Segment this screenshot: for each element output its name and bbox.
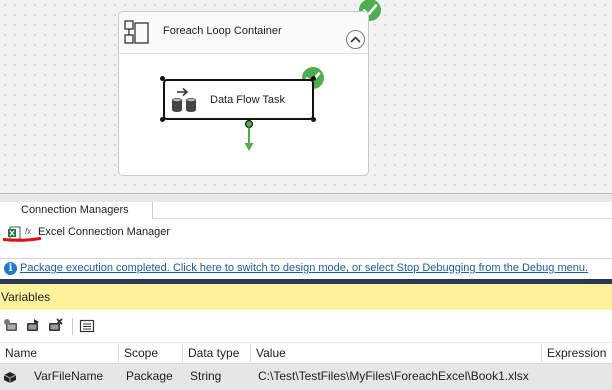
precedence-constraint-arrow[interactable] xyxy=(240,119,258,155)
task-label: Data Flow Task xyxy=(210,94,285,106)
container-title: Foreach Loop Container xyxy=(163,25,282,37)
control-flow-canvas[interactable]: Foreach Loop Container Data Flow Task xyxy=(0,0,612,193)
column-header-data-type[interactable]: Data type xyxy=(183,344,251,364)
variables-grid-header: Name Scope Data type Value Expression xyxy=(0,344,612,364)
column-header-name[interactable]: Name xyxy=(0,344,119,364)
add-variable-icon[interactable] xyxy=(3,318,19,334)
selection-handle[interactable] xyxy=(311,76,316,81)
column-header-value[interactable]: Value xyxy=(251,344,542,364)
container-header[interactable]: Foreach Loop Container xyxy=(119,12,368,54)
info-icon: i xyxy=(4,262,17,275)
variable-name-cell[interactable]: VarFileName xyxy=(28,364,119,390)
grid-options-icon[interactable] xyxy=(79,318,95,334)
designer-splitter[interactable] xyxy=(0,193,612,202)
column-header-expression[interactable]: Expression xyxy=(542,344,612,364)
tab-connection-managers[interactable]: Connection Managers xyxy=(0,202,153,220)
move-variable-icon[interactable] xyxy=(25,318,41,334)
connection-manager-label: Excel Connection Manager xyxy=(38,226,171,238)
execution-info-bar: i Package execution completed. Click her… xyxy=(0,258,612,278)
red-annotation-underline xyxy=(3,237,41,242)
switch-to-design-mode-link[interactable]: Package execution completed. Click here … xyxy=(20,262,588,274)
data-flow-task-icon xyxy=(172,87,196,112)
variables-window-title: Variables xyxy=(1,290,51,304)
variable-value-cell[interactable]: C:\Test\TestFiles\MyFiles\ForeachExcel\B… xyxy=(252,364,542,390)
foreach-container-icon xyxy=(124,20,149,44)
connection-managers-area[interactable]: fx Excel Connection Manager xyxy=(0,219,612,258)
selection-handle[interactable] xyxy=(311,117,316,122)
expression-badge: fx xyxy=(25,227,32,236)
variable-icon xyxy=(3,372,17,383)
data-flow-task[interactable]: Data Flow Task xyxy=(163,79,314,120)
selection-handle[interactable] xyxy=(160,76,165,81)
connection-managers-tabstrip: Connection Managers xyxy=(0,202,612,220)
column-header-scope[interactable]: Scope xyxy=(119,344,183,364)
table-row[interactable]: VarFileName Package String C:\Test\TestF… xyxy=(0,364,612,390)
selection-handle[interactable] xyxy=(160,117,165,122)
variables-window-title-bar[interactable]: Variables xyxy=(0,284,612,310)
collapse-button[interactable] xyxy=(346,30,365,49)
chevron-up-icon xyxy=(350,36,361,43)
variable-expression-cell[interactable] xyxy=(543,364,612,390)
variable-scope-cell[interactable]: Package xyxy=(120,364,183,390)
variable-data-type-cell[interactable]: String xyxy=(184,364,251,390)
toolbar-separator xyxy=(72,318,73,335)
variables-toolbar xyxy=(0,310,612,343)
delete-variable-icon[interactable] xyxy=(47,318,63,334)
